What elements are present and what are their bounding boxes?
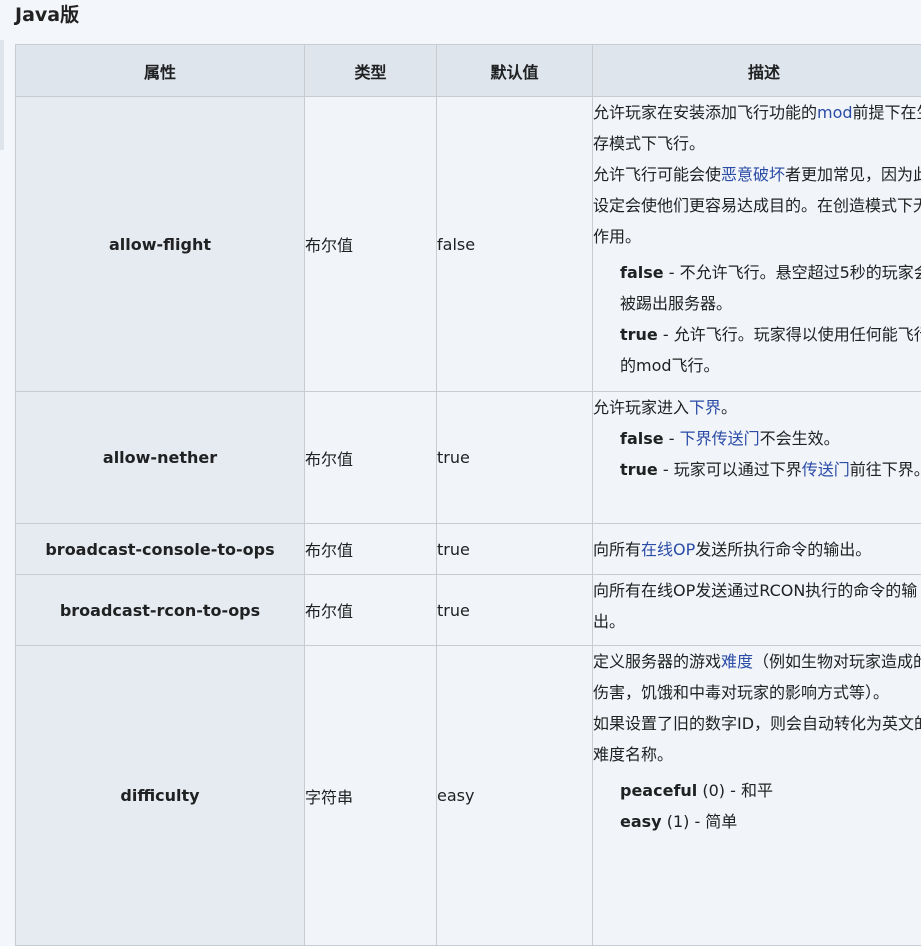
desc-text: 允许飞行可能会使: [593, 165, 721, 184]
option-list: false - 下界传送门不会生效。 true - 玩家可以通过下界传送门前往下…: [593, 423, 921, 485]
page-edge-bar: [0, 40, 4, 150]
option-item: true - 允许飞行。玩家得以使用任何能飞行的mod飞行。: [620, 319, 921, 381]
property-description: 允许玩家进入下界。 false - 下界传送门不会生效。 true - 玩家可以…: [593, 392, 921, 524]
option-key: peaceful: [620, 781, 697, 800]
property-name: broadcast-console-to-ops: [16, 524, 305, 575]
description-paragraph: 向所有在线OP发送所执行命令的输出。: [593, 534, 921, 565]
property-name: broadcast-rcon-to-ops: [16, 575, 305, 646]
option-key: true: [620, 460, 658, 479]
header-description[interactable]: 描述: [593, 45, 921, 97]
table-row: difficulty 字符串 easy 定义服务器的游戏难度（例如生物对玩家造成…: [16, 646, 921, 946]
property-name: allow-flight: [16, 97, 305, 392]
option-text: - 玩家可以通过下界: [658, 460, 802, 479]
option-text: (1) - 简单: [662, 812, 738, 831]
online-op-link[interactable]: 在线OP: [641, 540, 695, 559]
table-row: allow-flight 布尔值 false 允许玩家在安装添加飞行功能的mod…: [16, 97, 921, 392]
option-key: false: [620, 429, 664, 448]
property-description: 向所有在线OP发送所执行命令的输出。: [593, 524, 921, 575]
option-item: false - 不允许飞行。悬空超过5秒的玩家会被踢出服务器。: [620, 257, 921, 319]
property-type: 布尔值: [305, 97, 437, 392]
property-type: 布尔值: [305, 524, 437, 575]
option-text: - 允许飞行。玩家得以使用任何能飞行的mod飞行。: [620, 325, 921, 375]
desc-text: 向所有: [593, 540, 641, 559]
section-title: Java版: [15, 3, 79, 27]
description-paragraph: 允许玩家在安装添加飞行功能的mod前提下在生存模式下飞行。: [593, 97, 921, 159]
description-paragraph: 允许飞行可能会使恶意破坏者更加常见，因为此设定会使他们更容易达成目的。在创造模式…: [593, 159, 921, 252]
header-default[interactable]: 默认值: [437, 45, 593, 97]
desc-text: 发送所执行命令的输出。: [695, 540, 871, 559]
table-row: allow-nether 布尔值 true 允许玩家进入下界。 false - …: [16, 392, 921, 524]
property-name: difficulty: [16, 646, 305, 946]
option-list: peaceful (0) - 和平 easy (1) - 简单: [593, 775, 921, 837]
property-default: easy: [437, 646, 593, 946]
option-item: true - 玩家可以通过下界传送门前往下界。: [620, 454, 921, 485]
option-key: true: [620, 325, 658, 344]
description-paragraph: 允许玩家进入下界。: [593, 392, 921, 423]
option-text: (0) - 和平: [697, 781, 773, 800]
nether-portal-link[interactable]: 下界传送门: [680, 429, 760, 448]
description-paragraph: 定义服务器的游戏难度（例如生物对玩家造成的伤害，饥饿和中毒对玩家的影响方式等）。: [593, 646, 921, 708]
server-properties-table: 属性 类型 默认值 描述 allow-flight 布尔值 false 允许玩家…: [15, 44, 921, 946]
property-description: 定义服务器的游戏难度（例如生物对玩家造成的伤害，饥饿和中毒对玩家的影响方式等）。…: [593, 646, 921, 946]
difficulty-link[interactable]: 难度: [721, 652, 753, 671]
table-row: broadcast-rcon-to-ops 布尔值 true 向所有在线OP发送…: [16, 575, 921, 646]
desc-text: 允许玩家进入: [593, 398, 689, 417]
option-text: 前往下界。: [850, 460, 921, 479]
option-key: easy: [620, 812, 662, 831]
option-item: false - 下界传送门不会生效。: [620, 423, 921, 454]
option-list: false - 不允许飞行。悬空超过5秒的玩家会被踢出服务器。 true - 允…: [593, 257, 921, 381]
property-name: allow-nether: [16, 392, 305, 524]
griefing-link[interactable]: 恶意破坏: [721, 165, 785, 184]
option-key: false: [620, 263, 664, 282]
desc-text: 。: [721, 398, 737, 417]
option-text: -: [664, 429, 680, 448]
property-description: 允许玩家在安装添加飞行功能的mod前提下在生存模式下飞行。 允许飞行可能会使恶意…: [593, 97, 921, 392]
option-item: peaceful (0) - 和平: [620, 775, 921, 806]
table-row: broadcast-console-to-ops 布尔值 true 向所有在线O…: [16, 524, 921, 575]
portal-link[interactable]: 传送门: [802, 460, 850, 479]
header-type[interactable]: 类型: [305, 45, 437, 97]
property-default: true: [437, 575, 593, 646]
property-type: 布尔值: [305, 575, 437, 646]
nether-link[interactable]: 下界: [689, 398, 721, 417]
property-description: 向所有在线OP发送通过RCON执行的命令的输出。: [593, 575, 921, 646]
mod-link[interactable]: mod: [817, 103, 853, 122]
header-property[interactable]: 属性: [16, 45, 305, 97]
property-default: false: [437, 97, 593, 392]
option-text: 不会生效。: [760, 429, 840, 448]
property-type: 布尔值: [305, 392, 437, 524]
property-default: true: [437, 524, 593, 575]
description-paragraph: 如果设置了旧的数字ID，则会自动转化为英文的难度名称。: [593, 708, 921, 770]
option-text: - 不允许飞行。悬空超过5秒的玩家会被踢出服务器。: [620, 263, 921, 313]
desc-text: 允许玩家在安装添加飞行功能的: [593, 103, 817, 122]
desc-text: 定义服务器的游戏: [593, 652, 721, 671]
property-type: 字符串: [305, 646, 437, 946]
table-header-row: 属性 类型 默认值 描述: [16, 45, 921, 97]
description-paragraph: 向所有在线OP发送通过RCON执行的命令的输出。: [593, 575, 921, 637]
option-item: easy (1) - 简单: [620, 806, 921, 837]
property-default: true: [437, 392, 593, 524]
